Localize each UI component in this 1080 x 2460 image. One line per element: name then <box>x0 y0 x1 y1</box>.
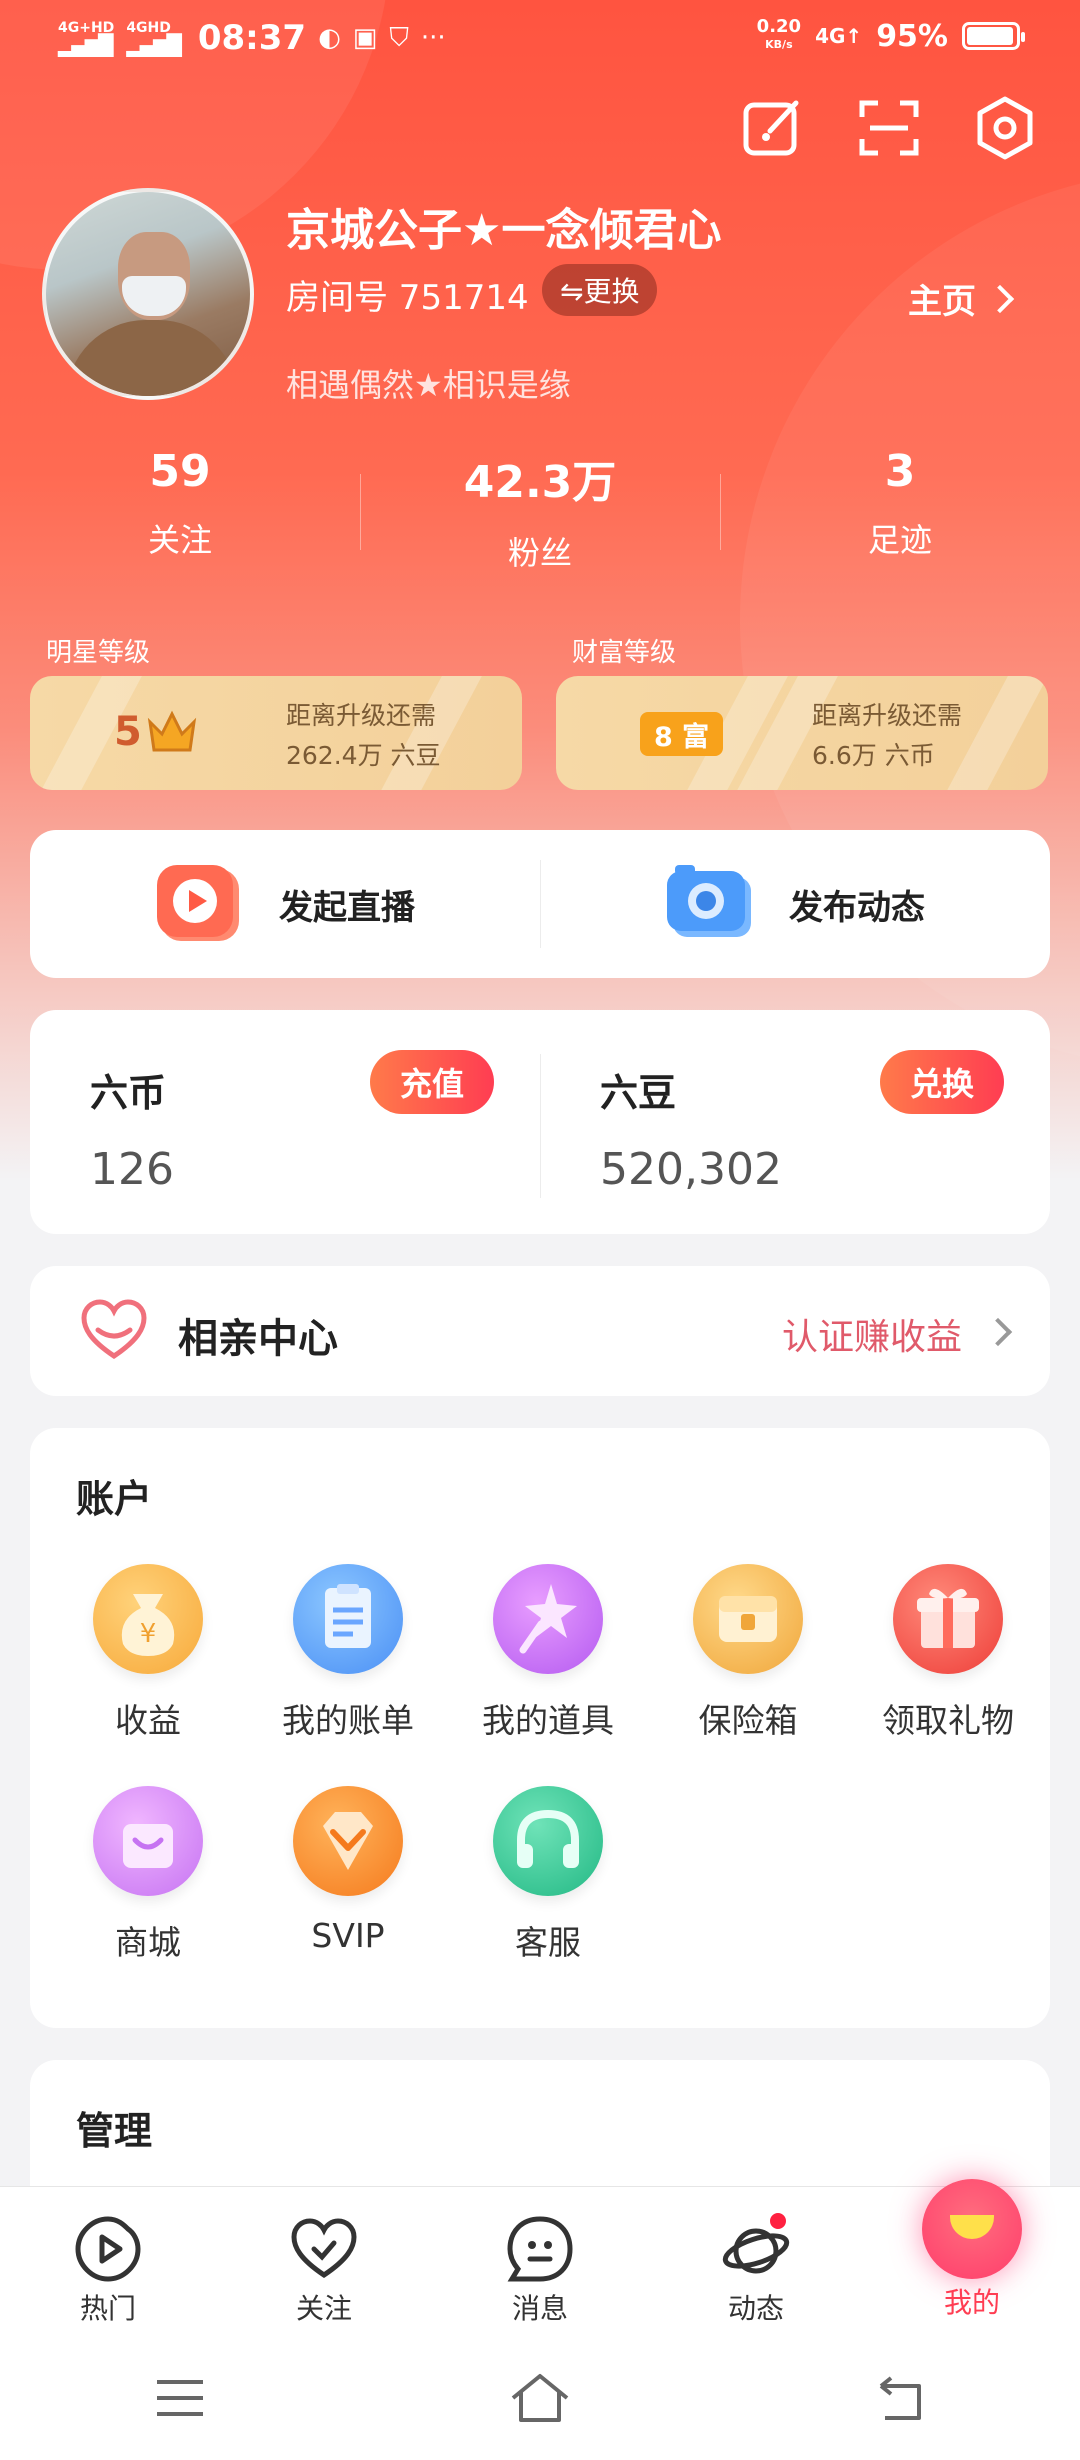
status-bar: 4G+HD ▂▄▆█ 4GHD ▂▄▆█ 08:37 ◐ ▣ ⛉ ··· 0.20 K… <box>0 0 1080 84</box>
battery-percent: 95% <box>876 18 948 54</box>
bean-title: 六豆 <box>600 1071 677 1115</box>
avatar[interactable] <box>42 188 254 400</box>
chat-icon <box>507 2216 573 2282</box>
chevron-right-icon <box>985 284 1015 313</box>
dating-title: 相亲中心 <box>178 1316 338 1362</box>
heart-icon <box>291 2218 357 2279</box>
wallet-card: 六币 126 充值 六豆 520,302 兑换 <box>30 1010 1050 1234</box>
headset-icon <box>493 1786 603 1896</box>
mine-icon <box>922 2179 1022 2279</box>
clock: 08:37 <box>197 18 307 58</box>
settings-icon[interactable] <box>972 95 1038 161</box>
svip-item[interactable]: SVIP <box>248 1786 448 1955</box>
header-background <box>0 0 1080 1180</box>
gift-icon <box>893 1564 1003 1674</box>
dating-center-row[interactable]: 相亲中心 认证赚收益 <box>30 1266 1050 1396</box>
customer-service-item[interactable]: 客服 <box>448 1786 648 1964</box>
safe-icon <box>693 1564 803 1674</box>
coin-section: 六币 126 充值 <box>30 1010 540 1234</box>
edit-icon[interactable] <box>740 95 806 161</box>
mall-item[interactable]: 商城 <box>48 1786 248 1964</box>
shopping-bag-icon <box>93 1786 203 1896</box>
exchange-button[interactable]: 兑换 <box>879 1050 1004 1114</box>
account-title: 账户 <box>76 1477 153 1521</box>
recharge-button[interactable]: 充值 <box>369 1050 494 1114</box>
app-notification-icon: ▣ <box>352 23 378 53</box>
earnings-item[interactable]: ¥ 收益 <box>48 1564 248 1742</box>
post-moment-button[interactable]: 发布动态 <box>540 830 1050 978</box>
live-video-icon <box>157 865 239 941</box>
signal-icon: 4G+HD ▂▄▆█ <box>58 20 115 57</box>
props-item[interactable]: 我的道具 <box>448 1564 648 1742</box>
wealth-level-card[interactable]: 8 富 距离升级还需 6.6万 六币 <box>556 676 1048 790</box>
back-icon[interactable] <box>865 2368 935 2428</box>
money-bag-icon: ¥ <box>93 1564 203 1674</box>
menu-icon[interactable] <box>145 2368 215 2428</box>
signal-icon-2: 4GHD ▂▄▆█ <box>126 20 182 57</box>
network-speed: 0.20 KB/s <box>756 16 802 52</box>
bill-icon <box>293 1564 403 1674</box>
battery-icon <box>962 22 1025 50</box>
shield-icon: ⛉ <box>389 22 409 53</box>
stat-fans[interactable]: 42.3万 粉丝 <box>360 446 720 576</box>
claim-gift-item[interactable]: 领取礼物 <box>848 1564 1048 1742</box>
wealth-level-title: 财富等级 <box>572 638 677 668</box>
tab-hot[interactable]: 热门 <box>0 2187 216 2336</box>
tab-messages[interactable]: 消息 <box>432 2187 648 2336</box>
home-icon[interactable] <box>505 2368 575 2428</box>
bean-section: 六豆 520,302 兑换 <box>540 1010 1050 1234</box>
bottom-nav: 热门 关注 消息 动态 我的 <box>0 2179 1080 2336</box>
wealth-level-badge: 8 富 <box>640 712 724 756</box>
profile-stats: 59 关注 42.3万 粉丝 3 足迹 <box>0 446 1080 576</box>
manage-title: 管理 <box>76 2109 153 2153</box>
star-level-title: 明星等级 <box>46 638 151 668</box>
bean-balance: 520,302 <box>600 1144 782 1195</box>
camera-icon <box>667 865 751 937</box>
safe-item[interactable]: 保险箱 <box>648 1564 848 1742</box>
notification-dot <box>768 2211 788 2231</box>
account-section: 账户 ¥ 收益 我的账单 我的道具 保险箱 领取礼物 商城 SVIP 客服 <box>30 1428 1050 2028</box>
bills-item[interactable]: 我的账单 <box>248 1564 448 1742</box>
coin-title: 六币 <box>90 1071 167 1115</box>
tab-moments[interactable]: 动态 <box>648 2187 864 2336</box>
system-nav-bar <box>0 2336 1080 2460</box>
verify-earn-link[interactable]: 认证赚收益 <box>782 1308 962 1360</box>
notification-icon: ◐ <box>318 23 341 53</box>
manage-section: 管理 <box>30 2060 1050 2200</box>
start-live-button[interactable]: 发起直播 <box>30 830 540 978</box>
crown-icon <box>147 710 196 752</box>
stat-following[interactable]: 59 关注 <box>0 446 360 576</box>
heart-icon <box>81 1299 147 1360</box>
wand-icon <box>493 1564 603 1674</box>
stat-footprints[interactable]: 3 足迹 <box>720 446 1080 576</box>
svg-text:¥: ¥ <box>140 1619 157 1649</box>
chevron-right-icon <box>983 1317 1013 1347</box>
quick-actions-card: 发起直播 发布动态 <box>30 830 1050 978</box>
homepage-link[interactable]: 主页 <box>908 274 1015 323</box>
more-notifications: ··· <box>420 23 446 53</box>
tab-follow[interactable]: 关注 <box>216 2187 432 2336</box>
tab-mine[interactable]: 我的 <box>864 2179 1080 2336</box>
scan-icon[interactable] <box>856 95 922 161</box>
star-level-badge: 5 <box>114 708 198 756</box>
profile-motto: 相遇偶然★相识是缘 <box>286 366 571 404</box>
diamond-icon <box>293 1786 403 1896</box>
network-type: 4G↑ <box>815 24 863 48</box>
play-icon <box>75 2216 141 2282</box>
star-level-card[interactable]: 5 距离升级还需 262.4万 六豆 <box>30 676 522 790</box>
profile-name: 京城公子★一念倾君心 <box>286 205 722 256</box>
coin-balance: 126 <box>90 1144 174 1195</box>
change-room-button[interactable]: ⇋更换 <box>542 264 658 316</box>
room-number: 房间号 751714 <box>286 278 529 318</box>
